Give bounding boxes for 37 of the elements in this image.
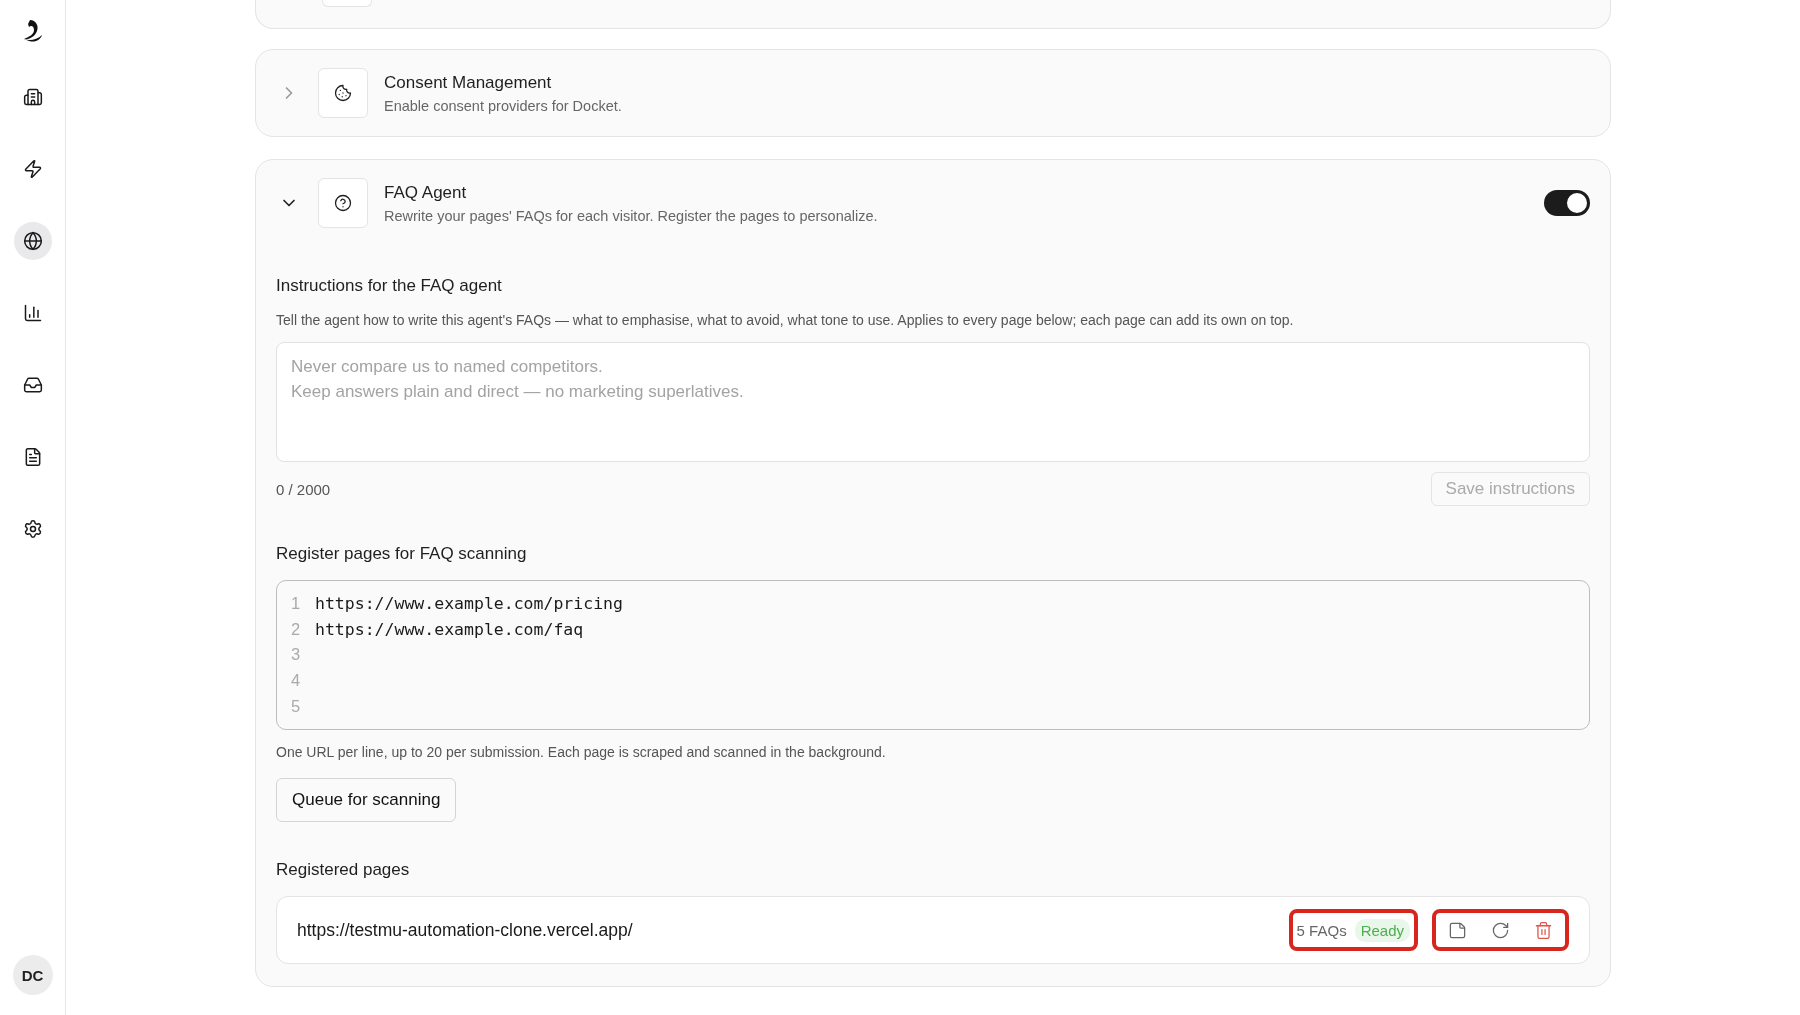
building-icon (22, 87, 43, 107)
refresh-icon (1491, 920, 1510, 940)
page-url: https://testmu-automation-clone.vercel.app/ (297, 919, 634, 941)
globe-icon (22, 231, 43, 251)
trash-icon (1534, 920, 1553, 940)
toggle-switch[interactable] (1544, 190, 1590, 216)
chart-icon (22, 303, 43, 323)
status-badge: Ready (1354, 918, 1410, 942)
faq-count: 5 FAQs (1296, 921, 1347, 939)
line-number: 4 (291, 671, 301, 691)
globe-nav-button[interactable] (13, 222, 52, 260)
line-number: 1 (291, 594, 301, 614)
section-title: FAQ Agent (384, 182, 468, 203)
line-number: 3 (291, 645, 301, 665)
help-text: One URL per line, up to 20 per submission. Each page is scraped and scanned in the background. (276, 744, 887, 760)
note-icon (1448, 920, 1467, 940)
code-line: https://www.example.com/pricing (315, 594, 623, 614)
line-number: 5 (291, 696, 301, 716)
section-description: Enable consent providers for Docket. (384, 97, 623, 114)
user-avatar[interactable]: DC (12, 955, 53, 995)
url-editor-field[interactable]: 1 https://www.example.com/pricing 2 https://www.example.com/faq 3 4 5 (276, 580, 1590, 730)
section-description: Rewrite your pages' FAQs for each visitor. Register the pages to personalize. (384, 207, 879, 224)
line-number: 2 (291, 619, 301, 639)
cookie-icon (334, 84, 352, 102)
section-heading: Instructions for the FAQ agent (276, 276, 503, 296)
section-heading: Register pages for FAQ scanning (276, 544, 528, 564)
inbox-icon (22, 375, 43, 395)
queue-button[interactable]: Queue for scanning (276, 778, 457, 822)
character-counter: 0 / 2000 (276, 480, 331, 498)
lightning-icon (22, 159, 43, 179)
settings-icon (22, 519, 43, 539)
section-heading: Registered pages (276, 860, 411, 880)
help-icon (334, 194, 352, 212)
help-text: Tell the agent how to write this agent's FAQs — what to emphasise, what to avoid, what tone to use. Applies to every page below; each page can add its own on top. (276, 312, 1295, 328)
instructions-field[interactable]: Never compare us to named competitors. Keep answers plain and direct — no marketing superlatives. (276, 342, 1590, 462)
code-line: https://www.example.com/faq (315, 619, 584, 639)
section-title: Consent Management (384, 72, 553, 93)
